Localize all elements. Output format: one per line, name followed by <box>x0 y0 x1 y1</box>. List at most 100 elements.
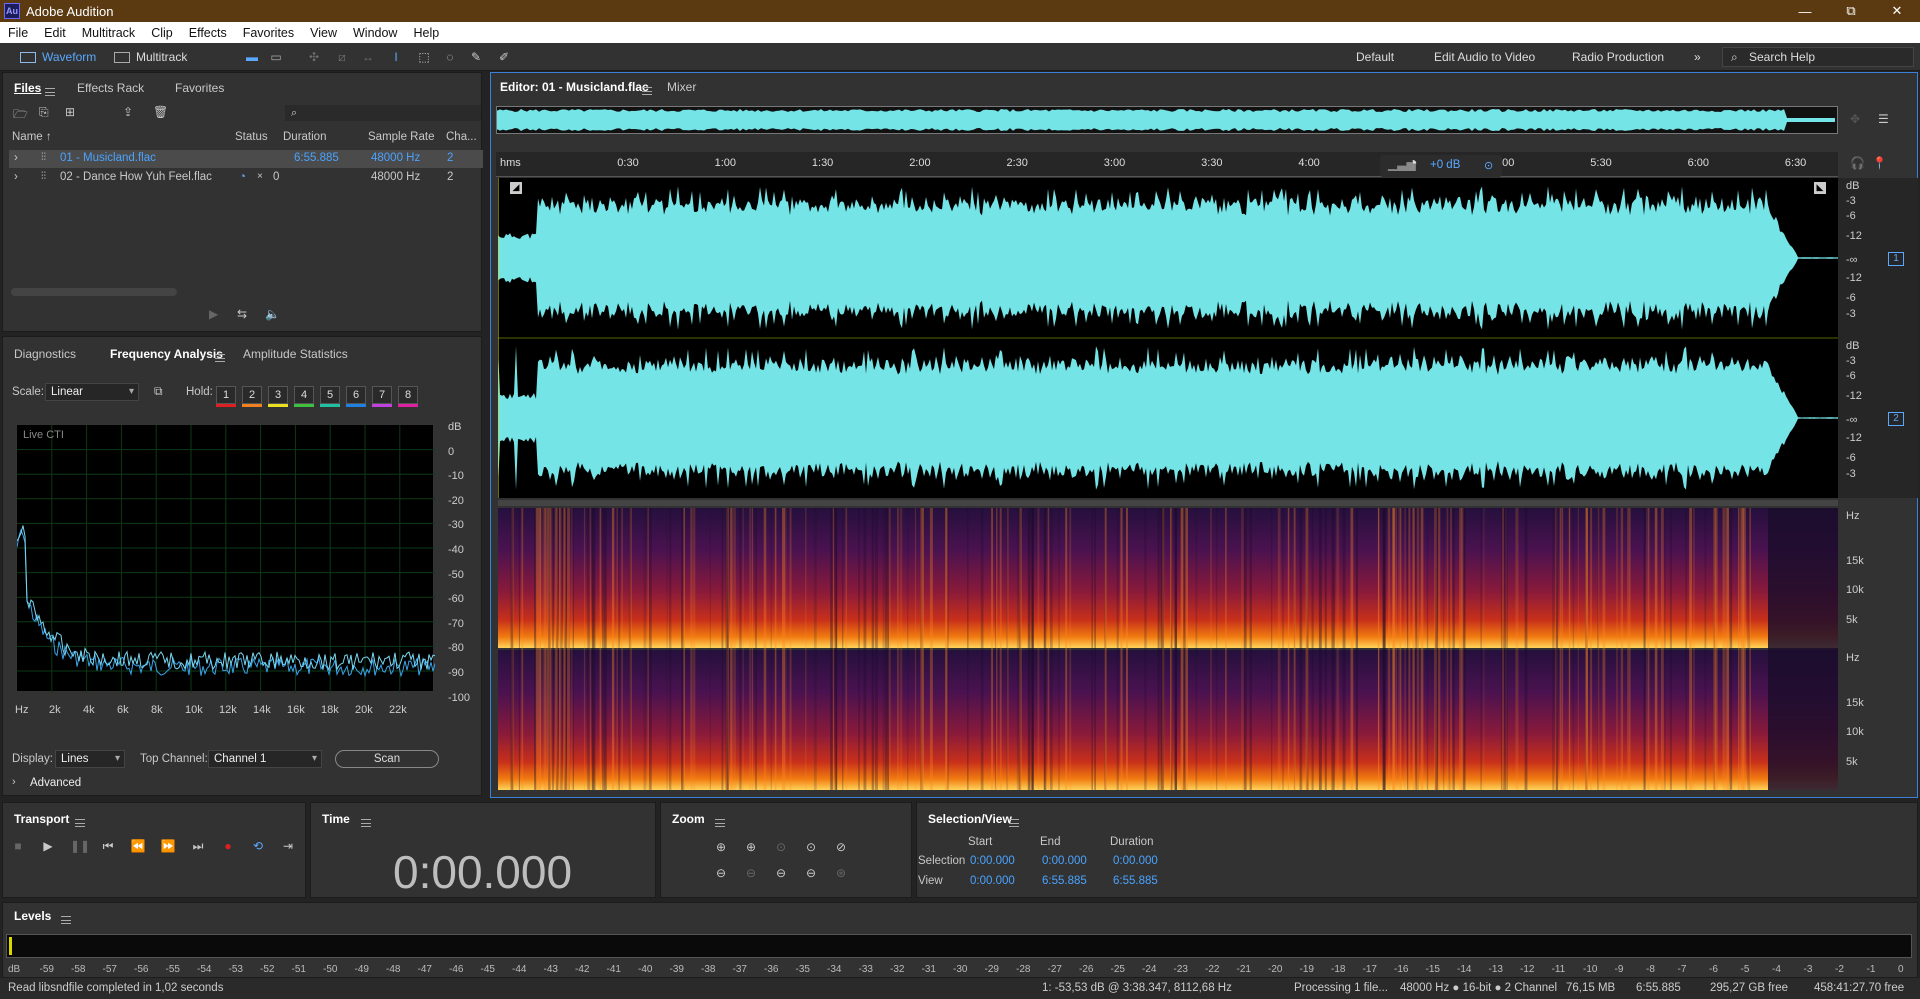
spectral-frequency-icon[interactable]: ▬ <box>244 49 260 65</box>
selection-start[interactable]: 0:00.000 <box>970 855 1015 867</box>
fade-out-handle-icon[interactable]: ◣ <box>1814 182 1826 194</box>
menu-help[interactable]: Help <box>405 26 447 40</box>
column-sample-rate[interactable]: Sample Rate <box>368 131 434 143</box>
zoom-in-amplitude-icon[interactable]: ✥ <box>1850 112 1860 126</box>
panel-menu-icon[interactable] <box>61 915 71 924</box>
menu-multitrack[interactable]: Multitrack <box>74 26 143 40</box>
menu-file[interactable]: File <box>0 26 36 40</box>
hold-button-4[interactable]: 4 <box>294 386 314 404</box>
selection-end[interactable]: 0:00.000 <box>1042 855 1087 867</box>
tab-editor[interactable]: Editor: 01 - Musicland.flac <box>500 80 649 94</box>
tab-files[interactable]: Files <box>14 81 41 95</box>
spectral-display-icon[interactable]: ☰ <box>1878 112 1889 126</box>
loop-playback-icon[interactable]: ⟲ <box>250 838 266 854</box>
scale-dropdown[interactable]: Linear <box>45 383 139 401</box>
capture-icon[interactable]: ⧉ <box>154 384 163 399</box>
panel-menu-icon[interactable] <box>215 353 225 362</box>
tab-effects-rack[interactable]: Effects Rack <box>77 81 144 95</box>
waveform-view-button[interactable]: Waveform <box>20 47 96 67</box>
close-icon[interactable]: ✕ <box>1874 0 1920 22</box>
rewind-icon[interactable]: ⏪ <box>130 838 146 854</box>
zoom-out-amplitude-icon[interactable]: ⊖ <box>712 864 730 882</box>
overview-bar[interactable] <box>496 106 1838 134</box>
hold-button-6[interactable]: 6 <box>346 386 366 404</box>
previous-icon[interactable]: ⏮ <box>100 838 116 854</box>
hold-button-1[interactable]: 1 <box>216 386 236 404</box>
razor-tool-icon[interactable]: ⧄ <box>334 49 350 65</box>
import-file-icon[interactable]: ⎘ <box>39 105 49 120</box>
hold-button-5[interactable]: 5 <box>320 386 340 404</box>
panel-menu-icon[interactable] <box>75 818 85 827</box>
stop-icon[interactable]: ■ <box>10 838 26 854</box>
zoom-to-selection-icon[interactable]: ⊙ <box>772 838 790 856</box>
search-help-input[interactable]: ⌕ Search Help <box>1722 47 1914 67</box>
panel-menu-icon[interactable] <box>361 818 371 827</box>
expand-icon[interactable]: › <box>14 171 18 183</box>
menu-favorites[interactable]: Favorites <box>235 26 302 40</box>
marker-pin-icon[interactable]: 📍 <box>1872 156 1887 170</box>
zoom-in-time-icon[interactable]: ⊕ <box>742 838 760 856</box>
channel-1-badge[interactable]: 1 <box>1888 252 1904 266</box>
expand-icon[interactable]: › <box>14 152 18 164</box>
pin-hud-icon[interactable]: ⊙ <box>1484 159 1493 172</box>
zoom-full-icon[interactable]: ⊘ <box>832 838 850 856</box>
hold-button-3[interactable]: 3 <box>268 386 288 404</box>
volume-knob-icon[interactable]: ◔ <box>1408 155 1418 173</box>
zoom-reset-icon[interactable]: ⊛ <box>832 864 850 882</box>
time-selection-tool-icon[interactable]: I <box>388 49 404 65</box>
hud-volume[interactable]: ▁▃▅ ◔ +0 dB ⊙ <box>1380 155 1502 177</box>
view-end[interactable]: 6:55.885 <box>1042 875 1087 887</box>
files-search-input[interactable]: ⌕ <box>285 105 481 121</box>
new-file-icon[interactable]: ⊞ <box>65 105 75 119</box>
insert-into-multitrack-icon[interactable]: ⇪ <box>123 105 133 119</box>
spectral-display[interactable] <box>498 508 1838 790</box>
loop-preview-icon[interactable]: ⇆ <box>237 307 247 321</box>
expand-advanced-icon[interactable]: › <box>12 776 16 788</box>
hold-button-2[interactable]: 2 <box>242 386 262 404</box>
tab-amplitude-statistics[interactable]: Amplitude Statistics <box>243 347 348 361</box>
channel-2-badge[interactable]: 2 <box>1888 412 1904 426</box>
panel-menu-icon[interactable] <box>642 86 652 95</box>
tab-diagnostics[interactable]: Diagnostics <box>14 347 76 361</box>
brush-tool-icon[interactable]: ✎ <box>468 49 484 65</box>
minimize-icon[interactable]: — <box>1782 0 1828 22</box>
pause-icon[interactable]: ❚❚ <box>70 838 90 854</box>
menu-edit[interactable]: Edit <box>36 26 74 40</box>
view-start[interactable]: 0:00.000 <box>970 875 1015 887</box>
horizontal-scrollbar[interactable] <box>11 288 177 296</box>
play-preview-icon[interactable]: ▶ <box>209 307 218 321</box>
scan-button[interactable]: Scan <box>335 750 439 768</box>
menu-view[interactable]: View <box>302 26 345 40</box>
zoom-out-selection-icon[interactable]: ⊖ <box>772 864 790 882</box>
tab-mixer[interactable]: Mixer <box>667 80 696 94</box>
top-channel-dropdown[interactable]: Channel 1 <box>208 750 322 768</box>
column-status[interactable]: Status <box>235 131 268 143</box>
selection-duration[interactable]: 0:00.000 <box>1113 855 1158 867</box>
spectral-pitch-icon[interactable]: ▭ <box>268 49 284 65</box>
file-row[interactable]: › ⫶⫶ 01 - Musicland.flac 6:55.885 48000 … <box>9 150 483 168</box>
hold-button-8[interactable]: 8 <box>398 386 418 404</box>
autoplay-icon[interactable]: 🔈 <box>265 307 280 321</box>
menu-window[interactable]: Window <box>345 26 405 40</box>
workspace-edit-audio-to-video[interactable]: Edit Audio to Video <box>1434 50 1535 64</box>
move-tool-icon[interactable]: ✣ <box>306 49 322 65</box>
slip-tool-icon[interactable]: ↔ <box>360 49 376 65</box>
advanced-section[interactable]: Advanced <box>30 777 81 789</box>
fast-forward-icon[interactable]: ⏩ <box>160 838 176 854</box>
panel-menu-icon[interactable] <box>715 818 725 827</box>
zoom-in-point-icon[interactable]: ⊙ <box>802 838 820 856</box>
view-duration[interactable]: 6:55.885 <box>1113 875 1158 887</box>
workspace-default[interactable]: Default <box>1356 50 1394 64</box>
hold-button-7[interactable]: 7 <box>372 386 392 404</box>
zoom-out-time-icon[interactable]: ⊖ <box>742 864 760 882</box>
column-duration[interactable]: Duration <box>283 131 326 143</box>
headphones-icon[interactable]: 🎧 <box>1850 156 1865 170</box>
current-time-display[interactable]: 0:00.000 <box>393 845 572 899</box>
panel-menu-icon[interactable] <box>45 87 55 96</box>
file-row[interactable]: › ⫶⫶ 02 - Dance How Yuh Feel.flac ◔ × 0 … <box>9 169 483 187</box>
display-dropdown[interactable]: Lines <box>55 750 125 768</box>
tab-favorites[interactable]: Favorites <box>175 81 224 95</box>
waveform-display[interactable]: ◢ ◣ <box>497 178 1838 498</box>
cancel-load-icon[interactable]: × <box>257 171 263 182</box>
multitrack-view-button[interactable]: Multitrack <box>114 47 187 67</box>
